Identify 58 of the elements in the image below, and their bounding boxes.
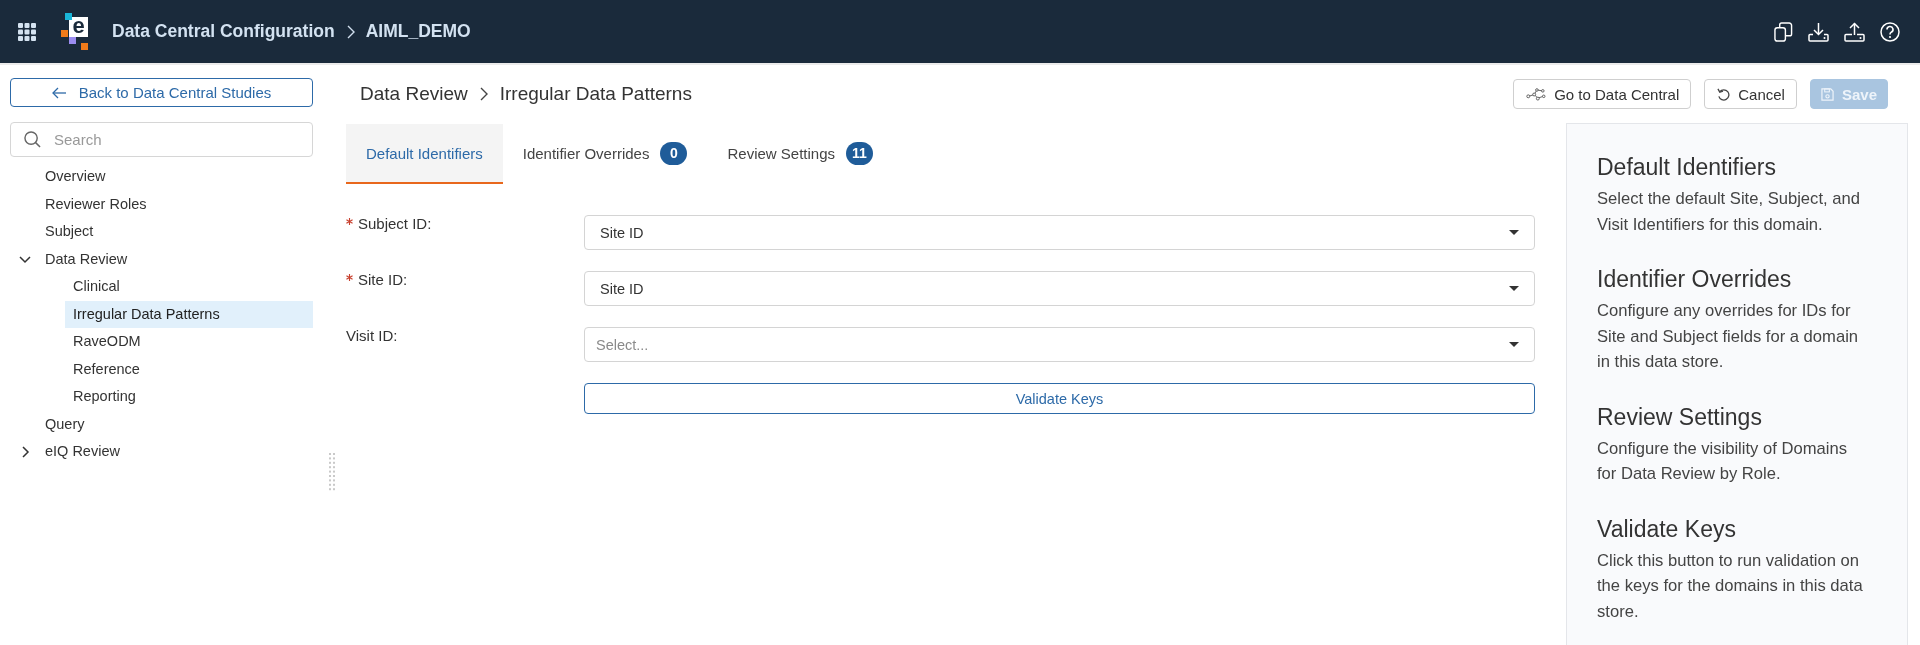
help-text: Select the default Site, Subject, and Visit Identifiers for this domain. <box>1597 188 1861 236</box>
chevron-right-icon <box>479 87 488 101</box>
tree-item[interactable]: Irregular Data Patterns <box>65 300 313 328</box>
field-label: Subject ID: <box>358 215 432 232</box>
tree-item[interactable]: Overview <box>37 163 313 191</box>
go-to-button[interactable]: Go to Data Central <box>1513 79 1692 109</box>
count-badge: 11 <box>846 141 873 165</box>
help-heading: Identifier Overrides <box>1597 265 1793 294</box>
tree-item[interactable]: Query <box>37 410 313 438</box>
help-heading: Validate Keys <box>1597 514 1737 544</box>
cancel-button[interactable]: Cancel <box>1704 79 1797 109</box>
tab[interactable]: Default Identifiers <box>346 124 503 184</box>
download-icon[interactable] <box>1808 21 1829 42</box>
arrow-left-icon <box>51 86 66 99</box>
help-text: Click this button to run validation on the keys for the domains in this data store. <box>1597 549 1864 623</box>
tree-item[interactable]: Reviewer Roles <box>37 190 313 218</box>
tree-item[interactable]: Reporting <box>65 383 313 411</box>
tree-item[interactable]: Clinical <box>65 273 313 301</box>
tab[interactable]: Review Settings 11 <box>707 124 893 184</box>
expand-chevron-icon[interactable] <box>19 445 31 458</box>
caret-down-icon <box>1509 342 1519 347</box>
validate-keys-button[interactable]: Validate Keys <box>584 383 1535 414</box>
count-badge: 0 <box>660 141 688 165</box>
tab[interactable]: Identifier Overrides 0 <box>502 124 708 184</box>
field-label: Visit ID: <box>346 327 398 344</box>
tree-item[interactable]: Subject <box>37 218 313 246</box>
help-icon[interactable] <box>1880 21 1900 42</box>
expand-chevron-icon[interactable] <box>19 253 31 266</box>
back-button[interactable]: Back to Data Central Studies <box>10 78 313 107</box>
tree-item[interactable]: RaveODM <box>65 328 313 356</box>
study-name: AIML_DEMO <box>365 21 471 42</box>
chevron-right-icon <box>346 24 355 39</box>
help-text: Configure the visibility of Domains for Data Review by Role. <box>1597 437 1848 485</box>
nodes-icon <box>1526 87 1547 101</box>
dropdown-field[interactable]: Site ID <box>584 271 1535 306</box>
upload-icon[interactable] <box>1844 21 1865 42</box>
tree-item[interactable]: Data Review <box>37 245 313 273</box>
app-title: Data Central Configuration <box>112 21 335 42</box>
resize-handle-icon[interactable] <box>329 453 335 491</box>
dropdown-field[interactable]: Select... <box>584 327 1535 362</box>
copy-icon[interactable] <box>1774 21 1793 42</box>
caret-down-icon <box>1509 230 1519 235</box>
tree-item[interactable]: Reference <box>65 355 313 383</box>
help-heading: Default Identifiers <box>1597 153 1777 182</box>
search-field[interactable]: Search <box>10 122 313 157</box>
breadcrumb-link[interactable]: Data Review <box>360 83 468 105</box>
page-title: Irregular Data Patterns <box>499 83 692 105</box>
caret-down-icon <box>1509 286 1519 291</box>
search-icon <box>24 131 41 148</box>
field-label: Site ID: <box>358 271 408 288</box>
dropdown-field[interactable]: Site ID <box>584 215 1535 250</box>
help-text: Configure any overrides for IDs for Site and Subject fields for a domain in this data store. <box>1597 300 1860 373</box>
apps-menu-icon[interactable] <box>18 22 36 41</box>
tree-item[interactable]: eIQ Review <box>37 438 313 466</box>
save-icon <box>1820 87 1834 101</box>
app-logo: e <box>61 13 89 50</box>
undo-icon <box>1717 87 1731 101</box>
help-heading: Review Settings <box>1597 402 1763 432</box>
